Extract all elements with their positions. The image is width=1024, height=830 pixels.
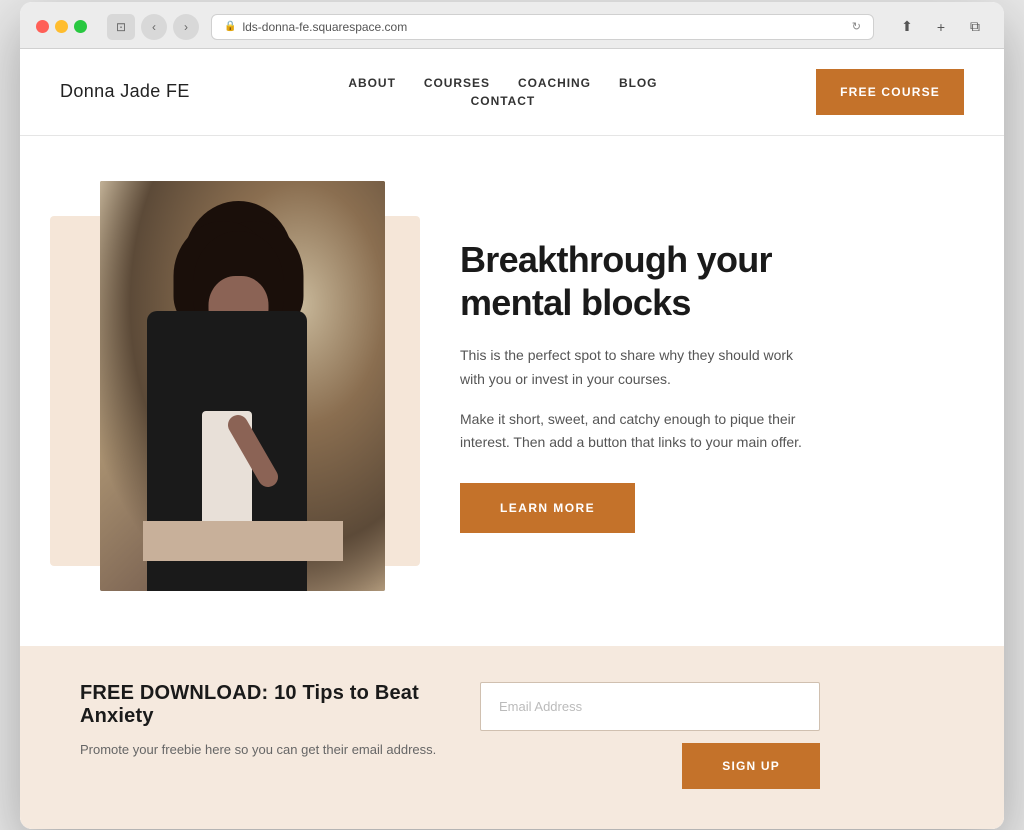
window-control-button[interactable]: ⊡ — [107, 14, 135, 40]
signup-button[interactable]: SIGN UP — [682, 743, 820, 789]
hero-section: Breakthrough your mental blocks This is … — [20, 136, 1004, 646]
lock-icon: 🔒 — [224, 21, 236, 32]
browser-nav: ⊡ ‹ › — [107, 14, 199, 40]
browser-window: ⊡ ‹ › 🔒 lds-donna-fe.squarespace.com ↻ ⬆… — [20, 2, 1004, 829]
dot-yellow[interactable] — [55, 20, 68, 33]
tabs-button[interactable]: ⧉ — [962, 14, 988, 40]
table-surface — [143, 521, 343, 561]
dot-red[interactable] — [36, 20, 49, 33]
reload-icon[interactable]: ↻ — [852, 20, 861, 33]
forward-button[interactable]: › — [173, 14, 199, 40]
url-bar[interactable]: 🔒 lds-donna-fe.squarespace.com ↻ — [211, 14, 874, 40]
site-nav: ABOUT COURSES COACHING BLOG CONTACT — [348, 76, 657, 108]
nav-row-1: ABOUT COURSES COACHING BLOG — [348, 76, 657, 90]
hero-text: Breakthrough your mental blocks This is … — [460, 238, 810, 534]
woman-figure — [143, 211, 343, 591]
url-text: lds-donna-fe.squarespace.com — [242, 20, 407, 34]
download-title: FREE DOWNLOAD: 10 Tips to Beat Anxiety — [80, 682, 440, 728]
nav-about[interactable]: ABOUT — [348, 76, 395, 90]
nav-coaching[interactable]: COACHING — [518, 76, 591, 90]
email-input[interactable] — [480, 682, 820, 731]
website: Donna Jade FE ABOUT COURSES COACHING BLO… — [20, 49, 1004, 829]
dot-green[interactable] — [74, 20, 87, 33]
nav-courses[interactable]: COURSES — [424, 76, 490, 90]
hero-image-container — [80, 176, 400, 596]
download-form: SIGN UP — [480, 682, 820, 789]
share-button[interactable]: ⬆ — [894, 14, 920, 40]
nav-row-2: CONTACT — [471, 94, 536, 108]
hero-description-1: This is the perfect spot to share why th… — [460, 344, 810, 392]
download-section: FREE DOWNLOAD: 10 Tips to Beat Anxiety P… — [20, 646, 1004, 829]
download-text: FREE DOWNLOAD: 10 Tips to Beat Anxiety P… — [80, 682, 440, 761]
hero-photo — [100, 181, 385, 591]
browser-actions: ⬆ + ⧉ — [894, 14, 988, 40]
browser-chrome: ⊡ ‹ › 🔒 lds-donna-fe.squarespace.com ↻ ⬆… — [20, 2, 1004, 49]
site-logo[interactable]: Donna Jade FE — [60, 81, 190, 102]
nav-blog[interactable]: BLOG — [619, 76, 658, 90]
nav-contact[interactable]: CONTACT — [471, 94, 536, 108]
hero-description-2: Make it short, sweet, and catchy enough … — [460, 408, 810, 456]
browser-dots — [36, 20, 87, 33]
learn-more-button[interactable]: LEARN MORE — [460, 483, 635, 533]
free-course-button[interactable]: FREE COURSE — [816, 69, 964, 115]
back-button[interactable]: ‹ — [141, 14, 167, 40]
site-header: Donna Jade FE ABOUT COURSES COACHING BLO… — [20, 49, 1004, 136]
new-tab-button[interactable]: + — [928, 14, 954, 40]
download-description: Promote your freebie here so you can get… — [80, 740, 440, 761]
hero-title: Breakthrough your mental blocks — [460, 238, 810, 324]
